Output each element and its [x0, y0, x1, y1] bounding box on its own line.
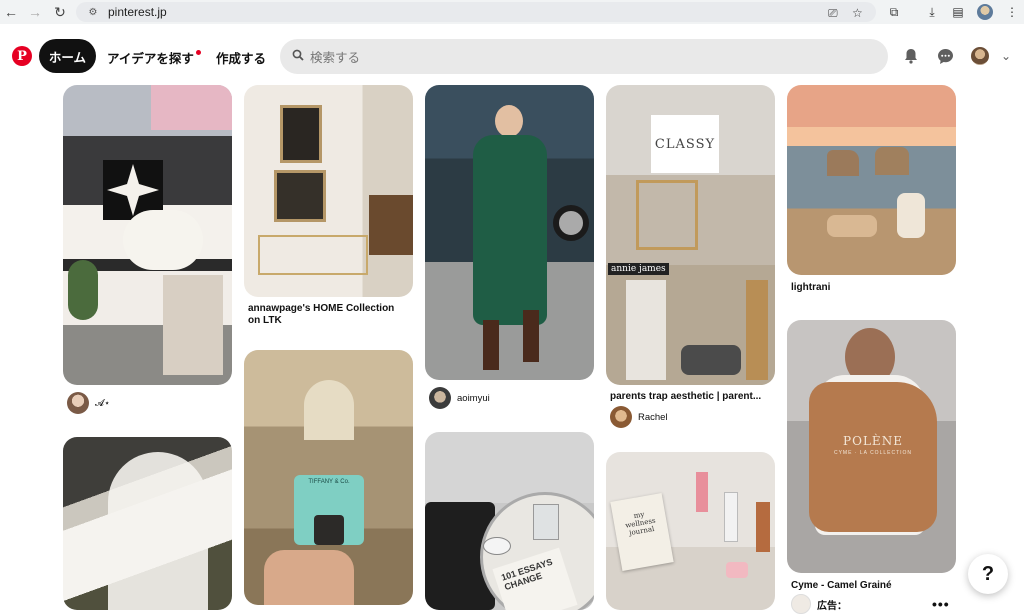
annie-james-label: annie james: [608, 263, 669, 275]
pin-4-user[interactable]: Rachel: [610, 406, 668, 428]
classy-text-card: CLASSY: [651, 115, 719, 173]
chevron-down-icon[interactable]: ⌄: [996, 46, 1016, 66]
pin-3-username: aoimyui: [457, 392, 490, 404]
side-table-image: [369, 195, 413, 255]
topiary-image: [68, 260, 98, 320]
side-panel-icon[interactable]: ▤: [949, 3, 967, 21]
pin-6-ad-label: 広告：: [791, 594, 847, 614]
car-wheel-image: [553, 205, 589, 241]
messages-icon[interactable]: [935, 46, 955, 66]
polene-brand-text: POLÈNE: [843, 434, 903, 448]
reload-icon[interactable]: ↻: [49, 1, 71, 23]
boot-left-image: [483, 320, 499, 370]
profile-avatar-icon[interactable]: [977, 4, 993, 20]
pin-2-title-line2: on LTK: [248, 315, 282, 326]
search-icon: [292, 49, 304, 64]
ad-label-text: 広告：: [817, 600, 847, 612]
user-avatar-pin-3: [429, 387, 451, 409]
pin-2-title[interactable]: annawpage's HOME Collection on LTK: [248, 303, 394, 327]
green-coat-image: [473, 135, 547, 325]
journal-image: my wellness journal: [610, 493, 674, 571]
pin-image-tiffany[interactable]: TIFFANY & Co.: [244, 350, 413, 605]
pin-image-wedding[interactable]: [63, 437, 232, 610]
pin-image-parent-trap[interactable]: CLASSY annie james: [606, 85, 775, 385]
back-arrow-icon[interactable]: ←: [0, 1, 22, 23]
explore-label: アイデアを探す: [107, 52, 194, 66]
pin-4-title[interactable]: parents trap aesthetic | parent...: [610, 391, 761, 403]
polene-sub-text: CYME · LA COLLECTION: [833, 450, 913, 456]
pin-3-user[interactable]: aoimyui: [429, 387, 490, 409]
glass-image: [533, 504, 559, 540]
search-input[interactable]: 検索する: [280, 39, 888, 74]
home-button[interactable]: ホーム: [39, 39, 96, 73]
pin-2-title-line1: annawpage's HOME Collection: [248, 303, 395, 314]
bookmark-star-icon[interactable]: ☆: [852, 6, 863, 20]
window-arch-image: [304, 380, 354, 440]
pin-image-interior[interactable]: [244, 85, 413, 297]
extensions-icon[interactable]: ⧉: [885, 3, 903, 21]
coffee-cup-image: [483, 537, 511, 555]
woman-coat-image: [163, 275, 223, 375]
pink-bottle-image: [696, 472, 708, 512]
person-1-image: [897, 193, 925, 238]
advertiser-avatar: [791, 594, 811, 614]
create-link[interactable]: 作成する: [216, 48, 266, 67]
pin-image-cafe[interactable]: 101 ESSAYS CHANGE: [425, 432, 594, 610]
bride-veil-image: [108, 452, 208, 610]
pin-5-title[interactable]: lightrani: [791, 282, 830, 294]
vintage-car-image: [681, 345, 741, 375]
pin-image-collage[interactable]: [63, 85, 232, 385]
rock-2-image: [875, 147, 909, 175]
pin-1-user[interactable]: 𝓐⋆: [67, 392, 110, 414]
frame-art-1: [280, 105, 322, 163]
frame-art-2: [274, 170, 326, 222]
pin-image-green-coat[interactable]: [425, 85, 594, 380]
pinterest-logo-icon[interactable]: P: [12, 46, 32, 66]
camel-bag-image: POLÈNE CYME · LA COLLECTION: [809, 382, 937, 532]
white-roses-image: [123, 210, 203, 270]
gold-frame-image: [636, 180, 698, 250]
user-avatar-pin-4: [610, 406, 632, 428]
browser-toolbar: ← → ↻ ⚙ pinterest.jp ⎚ ☆ ⧉ ⤓ ▤ ⋮: [0, 0, 1024, 24]
notifications-bell-icon[interactable]: [901, 46, 921, 66]
url-text: pinterest.jp: [108, 5, 167, 19]
face-image: [495, 105, 523, 137]
big-ben-image: [746, 280, 768, 380]
pin-image-polene-ad[interactable]: POLÈNE CYME · LA COLLECTION: [787, 320, 956, 573]
pin-4-username: Rachel: [638, 411, 668, 423]
install-app-icon[interactable]: ⎚: [828, 6, 838, 21]
address-bar[interactable]: ⚙ pinterest.jp ⎚ ☆: [76, 2, 876, 22]
cream-jar-image: [726, 562, 748, 578]
pin-image-wellness[interactable]: my wellness journal: [606, 452, 775, 610]
pin-1-username: 𝓐⋆: [95, 397, 111, 409]
amber-bottle-image: [756, 502, 770, 552]
user-avatar[interactable]: [971, 47, 989, 65]
person-2-image: [827, 215, 877, 237]
help-button[interactable]: ?: [968, 554, 1008, 594]
white-bottle-image: [724, 492, 738, 542]
site-settings-icon[interactable]: ⚙: [86, 6, 100, 18]
user-avatar-pin-1: [67, 392, 89, 414]
forward-arrow-icon[interactable]: →: [24, 1, 46, 23]
rock-1-image: [827, 150, 859, 176]
notification-dot: [195, 50, 201, 55]
pin-image-sunset-beach[interactable]: [787, 85, 956, 275]
boot-right-image: [523, 310, 539, 362]
search-placeholder: 検索する: [310, 51, 361, 65]
girl-image: [626, 280, 666, 380]
ring-cushion-image: [314, 515, 344, 545]
pin-6-title[interactable]: Cyme - Camel Grainé: [791, 580, 892, 592]
cherry-blossom-image: [151, 85, 232, 130]
hand-image: [264, 550, 354, 605]
download-icon[interactable]: ⤓: [923, 3, 941, 21]
menu-kebab-icon[interactable]: ⋮: [1003, 3, 1021, 21]
explore-link[interactable]: アイデアを探す: [107, 48, 201, 67]
bar-cart-image: [258, 235, 368, 275]
